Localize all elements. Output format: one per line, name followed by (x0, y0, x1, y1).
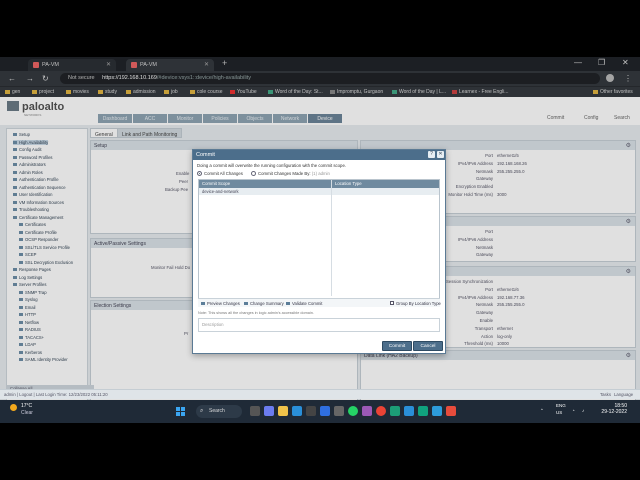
column-header-location-type[interactable]: Location Type (335, 181, 362, 186)
teams-icon[interactable] (264, 406, 274, 416)
clock-date: 29-12-2022 (601, 409, 627, 415)
change-summary-button[interactable]: Change Summary (244, 301, 284, 306)
app-icon[interactable] (418, 406, 428, 416)
cancel-button[interactable]: Cancel (413, 341, 443, 351)
radio-selected-icon[interactable] (197, 171, 202, 176)
column-header-commit-scope[interactable]: Commit Scope (202, 181, 230, 186)
validate-icon (286, 302, 290, 305)
tray-lang[interactable]: ENG (556, 403, 566, 408)
windows-taskbar: 17°C Clear ⌕ Search ⌃ ENG US ◔ ♪ 18:50 29… (0, 400, 640, 423)
wifi-icon[interactable]: ◔ (572, 408, 575, 413)
weather-condition: Clear (21, 410, 33, 416)
windows-start-icon[interactable] (176, 407, 185, 416)
mail-icon[interactable] (320, 406, 330, 416)
taskbar-clock[interactable]: 18:50 29-12-2022 (593, 403, 627, 415)
chrome-icon[interactable] (376, 406, 386, 416)
preview-icon (201, 302, 205, 305)
status-bar: admin | Logout | Last Login Time: 12/23/… (0, 389, 640, 399)
dialog-note: Note: This shows all the changes in logi… (198, 311, 314, 315)
commit-button[interactable]: Commit (382, 341, 412, 351)
cell-commit-scope: device-and-network (202, 189, 239, 194)
language-link[interactable]: Language (614, 392, 633, 397)
preview-changes-button[interactable]: Preview Changes (201, 301, 240, 306)
description-input[interactable]: Description (198, 318, 440, 332)
radio-icon[interactable] (251, 171, 256, 176)
help-icon[interactable]: ? (428, 151, 435, 158)
taskbar-search[interactable]: ⌕ Search (196, 405, 242, 418)
tray-region[interactable]: US (556, 410, 562, 415)
edge-icon[interactable] (292, 406, 302, 416)
column-divider (331, 180, 332, 296)
group-by-location-checkbox[interactable]: Group By Location Type (390, 301, 441, 306)
whatsapp-icon[interactable] (348, 406, 358, 416)
status-login-info[interactable]: admin | Logout | Last Login Time: 12/23/… (4, 392, 108, 397)
grid-toolbar: Preview Changes Change Summary Validate … (198, 298, 441, 307)
checkbox-icon (390, 301, 394, 305)
weather-temp: 17°C (21, 403, 33, 409)
radio-commit-by[interactable]: Commit Changes Made By: (1) admin (251, 171, 330, 176)
tasks-link[interactable]: Tasks (600, 392, 611, 397)
task-view-icon[interactable] (250, 406, 260, 416)
close-icon[interactable]: ✕ (437, 151, 444, 158)
app-icon[interactable] (390, 406, 400, 416)
app-icon[interactable] (432, 406, 442, 416)
commit-dialog: Commit ? ✕ Doing a commit will overwrite… (192, 149, 446, 354)
commit-dialog-header: Commit ? ✕ (193, 150, 445, 160)
grid-header: Commit Scope Location Type (199, 180, 439, 188)
commit-scope-grid: Commit Scope Location Type device-and-ne… (198, 179, 440, 306)
store-icon[interactable] (306, 406, 316, 416)
radio-commit-all[interactable]: Commit All Changes (197, 171, 243, 176)
summary-icon (244, 302, 248, 305)
dialog-description: Doing a commit will overwrite the runnin… (197, 163, 347, 168)
letterbox-bottom (0, 423, 640, 480)
app-icon[interactable] (362, 406, 372, 416)
volume-icon[interactable]: ♪ (582, 408, 584, 413)
table-row[interactable]: device-and-network (199, 188, 439, 195)
description-placeholder: Description (202, 322, 224, 327)
dialog-title: Commit (196, 152, 215, 158)
tray-chevron-icon[interactable]: ⌃ (540, 408, 544, 414)
search-icon: ⌕ (200, 408, 204, 414)
app-icon[interactable] (334, 406, 344, 416)
file-explorer-icon[interactable] (278, 406, 288, 416)
validate-commit-button[interactable]: Validate Commit (286, 301, 322, 306)
app-icon[interactable] (404, 406, 414, 416)
sun-icon (10, 404, 17, 411)
screen: PA-VM ✕ PA-VM ✕ + — ❐ ✕ ← → ↻ Not secure h… (0, 57, 640, 423)
app-icon[interactable] (446, 406, 456, 416)
letterbox-top (0, 0, 640, 57)
